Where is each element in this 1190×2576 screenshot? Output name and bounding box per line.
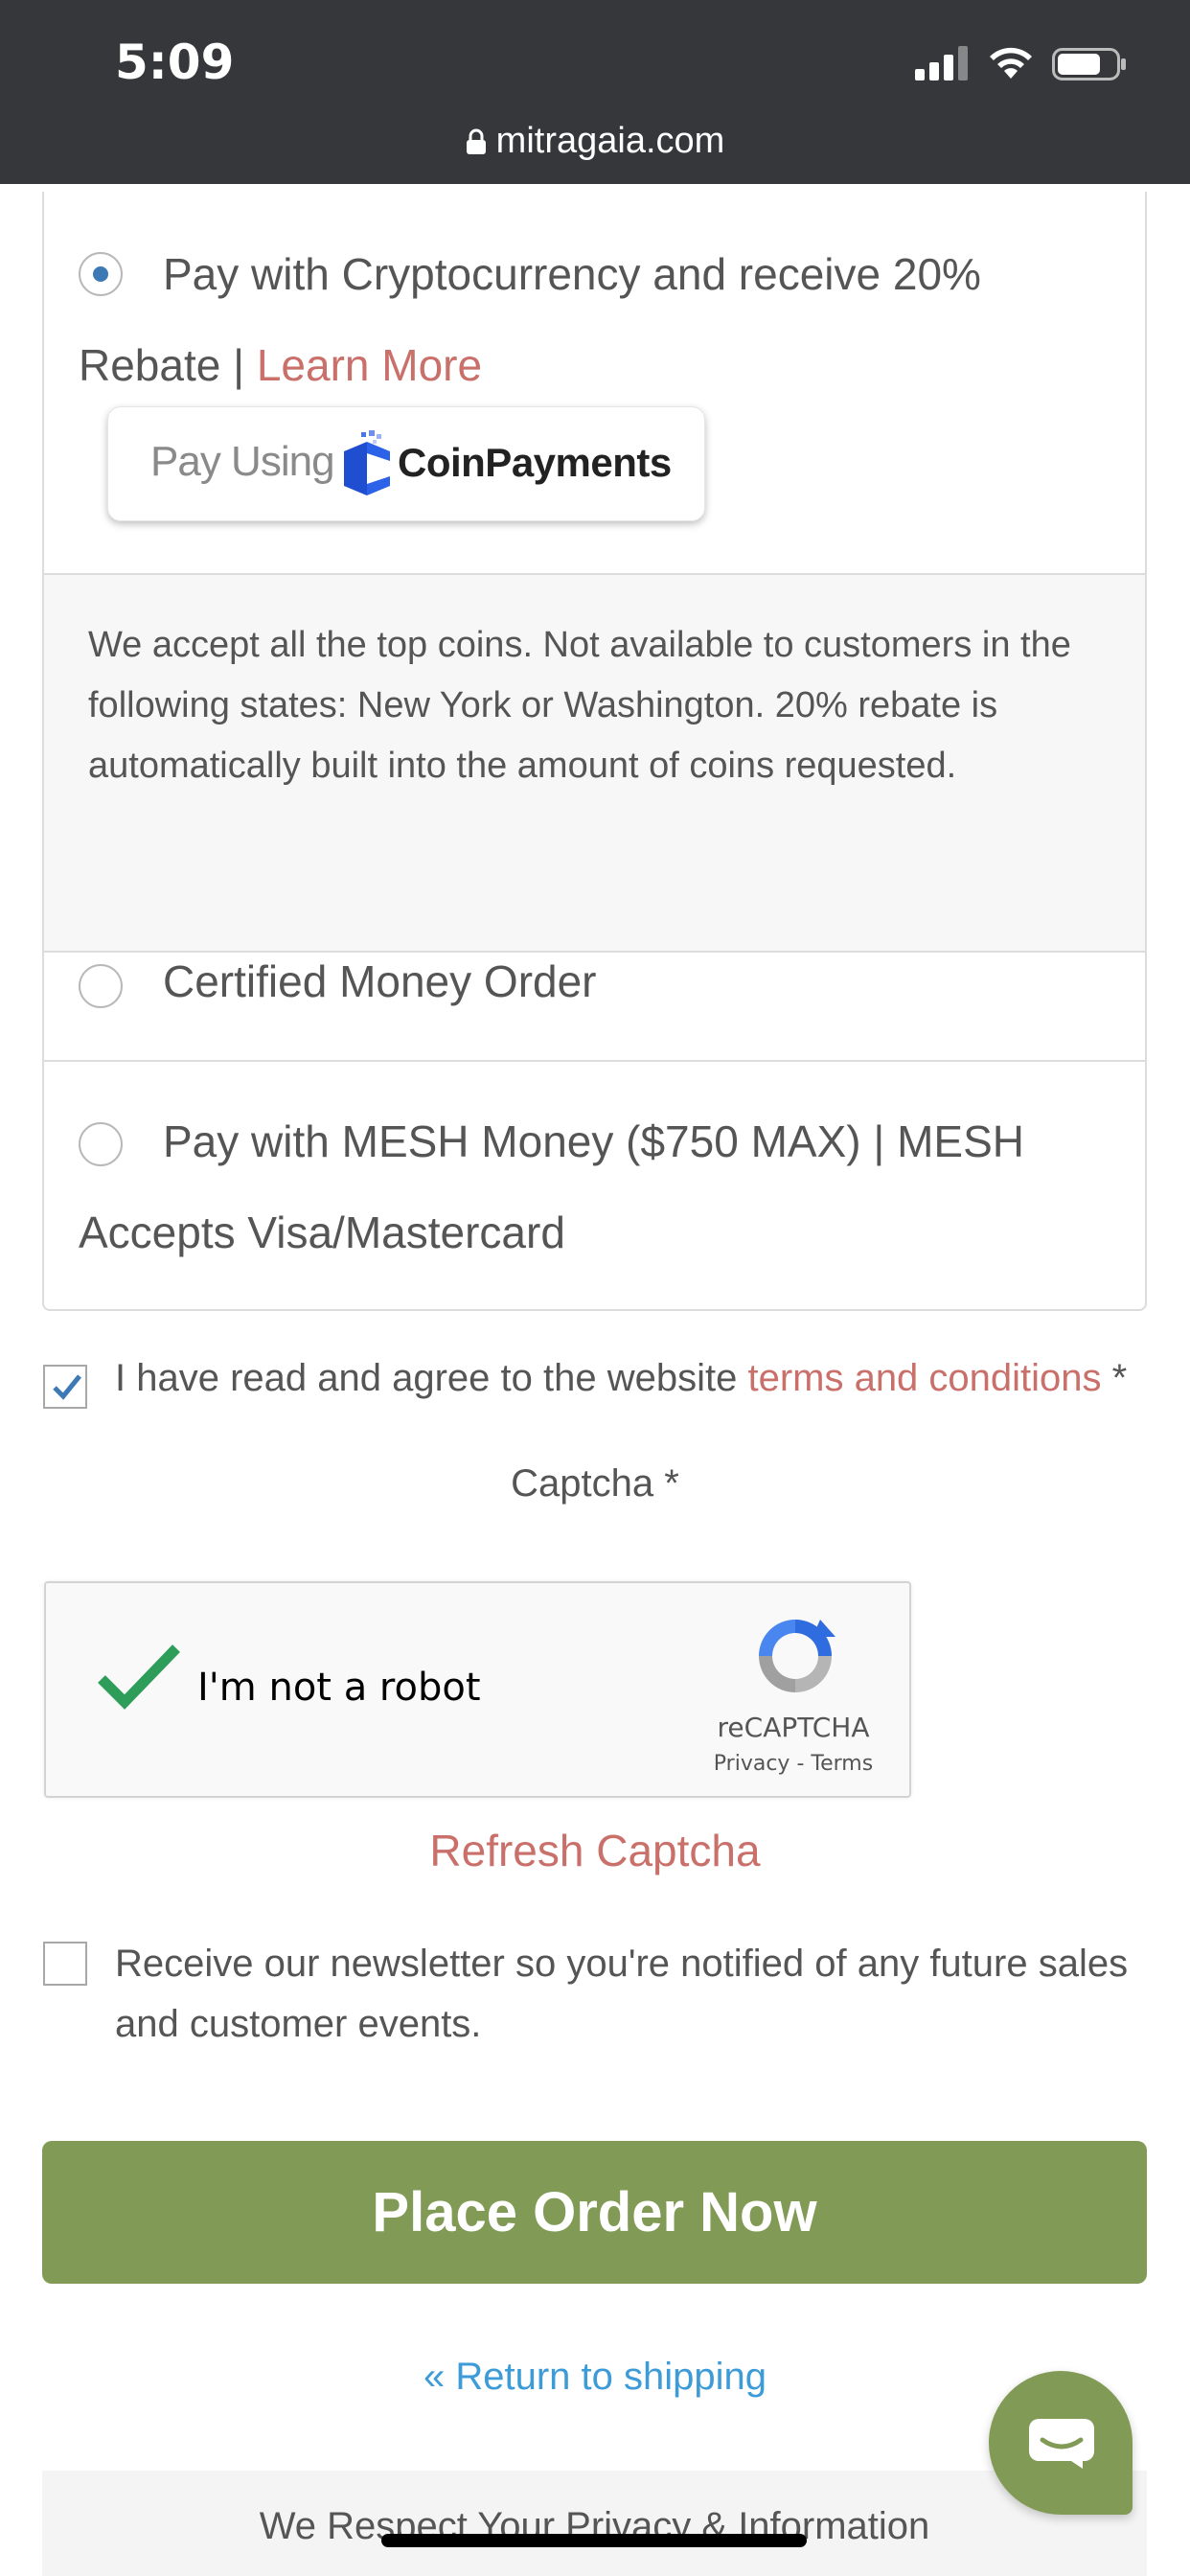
status-time: 5:09	[115, 34, 235, 90]
terms-checkbox[interactable]	[43, 1365, 87, 1409]
browser-top-bar: 5:09 mitragaia.com	[0, 0, 1190, 184]
battery-icon	[1052, 48, 1126, 80]
recaptcha-privacy-link[interactable]: Privacy	[714, 1752, 790, 1776]
payment-methods-box: Pay with Cryptocurrency and receive 20% …	[42, 192, 1147, 1311]
crypto-payment-description: We accept all the top coins. Not availab…	[44, 573, 1145, 953]
crypto-rebate-text: Rebate |	[79, 340, 257, 390]
coinpayments-prefix: Pay Using	[150, 438, 335, 485]
required-mark: *	[1101, 1357, 1128, 1399]
recaptcha-link-separator: -	[790, 1752, 812, 1776]
url-text: mitragaia.com	[495, 121, 725, 161]
captcha-title: Captcha *	[511, 1462, 679, 1505]
money-order-label[interactable]: Certified Money Order	[163, 935, 597, 1027]
address-bar[interactable]: mitragaia.com	[0, 121, 1190, 162]
lock-icon	[466, 128, 486, 154]
mesh-payment-radio[interactable]	[79, 1122, 123, 1166]
checkmark-icon	[53, 1374, 81, 1400]
recaptcha-terms-link[interactable]: Terms	[811, 1752, 873, 1776]
terms-prefix: I have read and agree to the website	[115, 1357, 748, 1399]
recaptcha-checkmark-icon[interactable]	[96, 1643, 182, 1710]
newsletter-checkbox[interactable]	[43, 1942, 87, 1986]
refresh-captcha-link[interactable]: Refresh Captcha	[0, 1825, 1190, 1876]
recaptcha-logo-icon	[759, 1620, 835, 1692]
mesh-payment-label-continued[interactable]: Accepts Visa/Mastercard	[79, 1186, 1037, 1278]
coinpayments-brand: CoinPayments	[398, 440, 672, 485]
coinpayments-badge[interactable]: Pay Using CoinPayments	[107, 406, 705, 521]
mesh-payment-label[interactable]: Pay with MESH Money ($750 MAX) | MESH	[163, 1095, 1121, 1187]
coinpayments-logo-icon	[344, 430, 390, 495]
terms-label: I have read and agree to the website ter…	[115, 1357, 1127, 1400]
recaptcha-label: I'm not a robot	[197, 1666, 481, 1710]
newsletter-label: Receive our newsletter so you're notifie…	[115, 1943, 1129, 2045]
recaptcha-widget: I'm not a robot reCAPTCHA Privacy - Term…	[44, 1581, 911, 1798]
crypto-payment-radio[interactable]	[79, 252, 123, 296]
recaptcha-links: Privacy - Terms	[678, 1752, 908, 1776]
privacy-footer: We Respect Your Privacy & Information	[42, 2471, 1147, 2576]
home-indicator[interactable]	[381, 2534, 807, 2547]
crypto-payment-label[interactable]: Pay with Cryptocurrency and receive 20%	[163, 228, 1121, 320]
money-order-radio[interactable]	[79, 964, 123, 1008]
wifi-icon	[990, 47, 1032, 79]
recaptcha-brand: reCAPTCHA	[717, 1712, 870, 1743]
cellular-signal-icon	[915, 46, 969, 80]
terms-link[interactable]: terms and conditions	[747, 1357, 1101, 1399]
chat-button[interactable]	[989, 2371, 1133, 2515]
option-divider	[44, 1060, 1145, 1062]
place-order-button[interactable]: Place Order Now	[42, 2141, 1147, 2284]
crypto-description-text: We accept all the top coins. Not availab…	[88, 625, 1071, 786]
crypto-payment-label-continued: Rebate | Learn More	[79, 319, 1037, 411]
learn-more-link[interactable]: Learn More	[257, 340, 482, 390]
chat-bubble-icon	[1029, 2419, 1094, 2469]
